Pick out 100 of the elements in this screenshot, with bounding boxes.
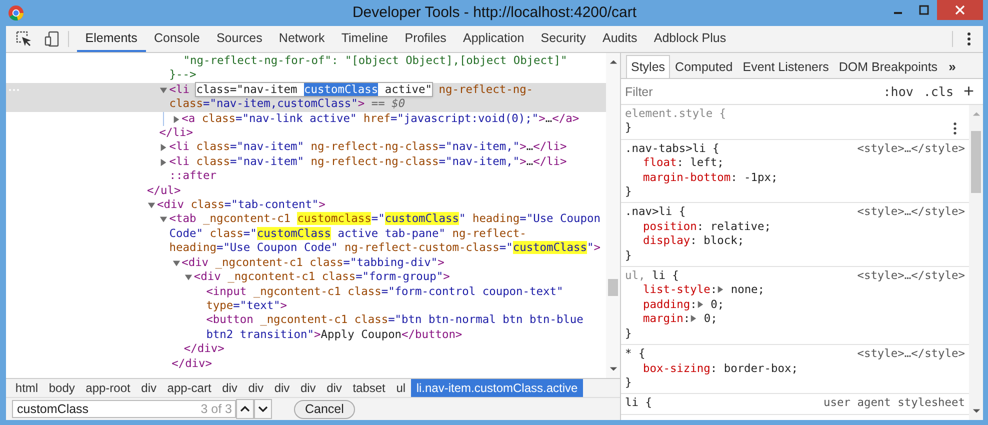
- scrollbar[interactable]: [606, 53, 620, 378]
- device-icon[interactable]: [44, 31, 60, 47]
- breadcrumb-item[interactable]: li.nav-item.customClass.active: [410, 379, 584, 397]
- breadcrumb-item[interactable]: div: [242, 379, 269, 397]
- property-value[interactable]: block;: [696, 234, 744, 248]
- hover-state-button[interactable]: :hov: [878, 84, 918, 99]
- window-title: Developer Tools - http://localhost:4200/cart: [352, 4, 637, 21]
- breadcrumb-item[interactable]: app-root: [80, 379, 136, 397]
- panel-tab[interactable]: Profiles: [396, 26, 455, 52]
- panel-tab[interactable]: Timeline: [333, 26, 396, 52]
- expand-arrow-icon[interactable]: [184, 273, 193, 282]
- more-tabs-button[interactable]: »: [942, 55, 962, 78]
- close-icon: [955, 5, 965, 15]
- expand-arrow-icon[interactable]: [159, 158, 168, 167]
- property-name[interactable]: position: [643, 220, 697, 233]
- expand-arrow-icon[interactable]: [172, 258, 181, 268]
- code-line: </div>: [172, 356, 214, 371]
- css-selector: element.style {: [625, 107, 726, 122]
- breadcrumb-item[interactable]: html: [10, 379, 44, 397]
- css-selector: li {: [650, 269, 679, 284]
- scroll-thumb[interactable]: [608, 279, 618, 296]
- sidebar-tab[interactable]: Computed: [670, 55, 738, 78]
- code-line: <div _ngcontent-c1 class="tabbing-div">: [182, 256, 446, 270]
- scroll-down-icon[interactable]: [608, 366, 618, 372]
- breadcrumb-item[interactable]: div: [268, 379, 296, 397]
- new-rule-button[interactable]: +: [958, 81, 979, 102]
- breadcrumb-item[interactable]: div: [321, 379, 348, 397]
- property-name[interactable]: padding: [643, 298, 690, 311]
- code-line: <div _ngcontent-c1 class="form-group">: [194, 270, 451, 284]
- property-value[interactable]: 0;: [704, 298, 724, 311]
- panel-tab[interactable]: Network: [270, 26, 334, 52]
- breadcrumb-item[interactable]: body: [43, 379, 80, 397]
- code-line: </div>: [184, 342, 226, 357]
- selected-row[interactable]: <li class="nav-item customClass active" ng-reflect-ng-class="nav-item,customClass"> == $0: [6, 82, 606, 112]
- expand-arrow-icon[interactable]: [147, 201, 156, 210]
- property-value[interactable]: left;: [683, 156, 724, 170]
- code-line: }-->: [169, 68, 198, 83]
- scroll-thumb[interactable]: [971, 131, 981, 193]
- close-button[interactable]: [937, 0, 983, 20]
- breadcrumb-item[interactable]: div: [295, 379, 322, 397]
- expand-arrow-icon[interactable]: [717, 285, 724, 294]
- panel-tab[interactable]: Sources: [208, 26, 271, 52]
- panel-tab[interactable]: Audits: [594, 26, 646, 52]
- property-value[interactable]: none;: [724, 283, 765, 296]
- stylesheet-link[interactable]: <style>…</style>: [857, 269, 965, 284]
- sidebar-tab[interactable]: Event Listeners: [738, 55, 834, 78]
- previous-match-button[interactable]: [236, 399, 254, 419]
- more-icon[interactable]: [953, 122, 957, 136]
- expand-arrow-icon[interactable]: [159, 215, 168, 224]
- breadcrumb-item[interactable]: div: [136, 379, 162, 397]
- property-separator: :: [690, 234, 697, 248]
- property-name[interactable]: box-sizing: [643, 362, 710, 374]
- property-name[interactable]: margin: [643, 312, 684, 326]
- code-line: <input _ngcontent-c1 class="form-control coupon-text" type="text">: [206, 284, 564, 314]
- cancel-button[interactable]: Cancel: [294, 400, 355, 418]
- scroll-down-icon[interactable]: [972, 408, 980, 414]
- property-name[interactable]: margin-bottom: [643, 170, 731, 184]
- filter-field[interactable]: Filter: [621, 84, 878, 98]
- property-name[interactable]: list-style: [643, 283, 710, 296]
- sidebar-tab[interactable]: Styles: [626, 55, 670, 78]
- more-icon[interactable]: [967, 32, 971, 46]
- inspect-icon[interactable]: [16, 31, 32, 47]
- breadcrumb-item[interactable]: ul: [390, 379, 411, 397]
- app-icon: [8, 5, 24, 21]
- property-value[interactable]: 0;: [697, 312, 718, 326]
- panel-tab[interactable]: Elements: [77, 26, 146, 52]
- code-line: <button _ngcontent-c1 class="btn btn-normal btn btn-blue btn2 transition">Apply Coupon</button>: [206, 313, 584, 342]
- panel-tab[interactable]: Console: [146, 26, 208, 52]
- code-line: </li>: [159, 126, 194, 140]
- code-line: "ng-reflect-ng-for-of": "[object Object],[object Object]": [183, 54, 568, 68]
- property-separator: :: [696, 220, 704, 233]
- panel-tab[interactable]: Security: [532, 26, 594, 52]
- property-value[interactable]: relative;: [704, 220, 771, 233]
- property-value[interactable]: -1px;: [737, 170, 778, 184]
- breadcrumb-item[interactable]: app-cart: [162, 379, 217, 397]
- scroll-up-icon[interactable]: [608, 59, 618, 65]
- panel-tab[interactable]: Application: [454, 26, 532, 52]
- property-value[interactable]: border-box;: [717, 362, 798, 374]
- stylesheet-link[interactable]: <style>…</style>: [857, 205, 965, 220]
- class-toggle-button[interactable]: .cls: [918, 84, 958, 99]
- breadcrumb-item[interactable]: div: [216, 379, 243, 397]
- stylesheet-link[interactable]: <style>…</style>: [857, 347, 965, 362]
- stylesheet-link[interactable]: <style>…</style>: [857, 142, 965, 156]
- expand-arrow-icon[interactable]: [172, 114, 181, 124]
- stylesheet-link[interactable]: user agent stylesheet: [824, 396, 965, 411]
- property-name[interactable]: display: [643, 234, 690, 248]
- next-match-button[interactable]: [254, 399, 272, 419]
- panel-tab[interactable]: Adblock Plus: [646, 26, 734, 52]
- expand-arrow-icon[interactable]: [159, 86, 168, 95]
- property-separator: :: [710, 362, 718, 374]
- code-line: ::after: [169, 169, 218, 184]
- breadcrumb-item[interactable]: tabset: [347, 379, 391, 397]
- property-separator: :: [683, 312, 690, 326]
- property-name[interactable]: float: [643, 156, 677, 170]
- scrollbar[interactable]: [969, 105, 983, 420]
- sidebar-tab[interactable]: DOM Breakpoints: [834, 55, 943, 78]
- closing-brace: }: [625, 185, 632, 200]
- expand-arrow-icon[interactable]: [159, 143, 168, 152]
- code-line: <a class="nav-link active" href="javascript:void(0);">…</a>: [182, 112, 580, 126]
- maximize-icon: [919, 5, 929, 15]
